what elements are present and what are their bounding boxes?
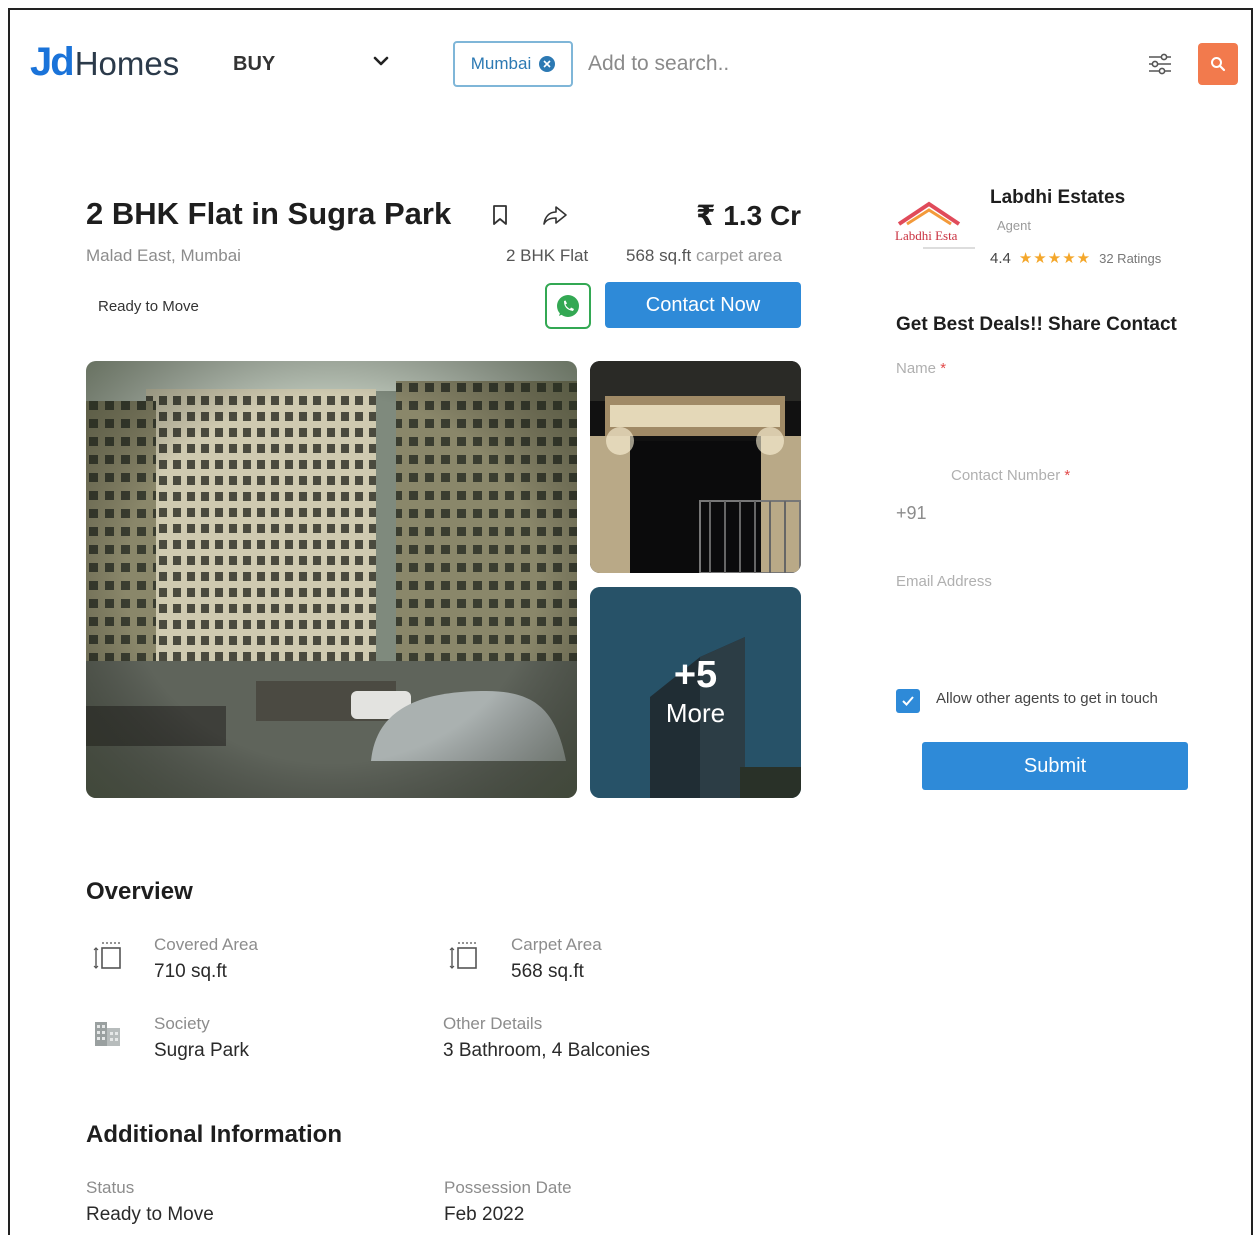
overview-label-other-details: Other Details xyxy=(443,1014,543,1033)
listing-area: 568 sq.ft carpet area xyxy=(626,246,782,266)
bookmark-icon[interactable] xyxy=(490,203,510,227)
filter-icon[interactable] xyxy=(1146,50,1174,78)
listing-title: 2 BHK Flat in Sugra Park xyxy=(86,196,452,231)
additional-value-possession-date: Feb 2022 xyxy=(444,1204,525,1225)
gallery-main-photo[interactable] xyxy=(86,361,577,798)
listing-price: ₹ 1.3 Cr xyxy=(696,200,802,231)
name-label-text: Name xyxy=(896,360,937,377)
overview-label-carpet-area: Carpet Area xyxy=(511,935,602,954)
agent-role: Agent xyxy=(997,218,1031,233)
share-icon[interactable] xyxy=(541,203,569,227)
contact-number-input[interactable] xyxy=(936,500,1186,528)
logo-homes: Homes xyxy=(74,45,180,82)
logo-jd: Jd xyxy=(30,40,75,84)
city-chip-label: Mumbai xyxy=(470,54,532,73)
additional-info-title: Additional Information xyxy=(86,1121,342,1148)
agent-logo-text: Labdhi Esta xyxy=(895,228,958,243)
name-input[interactable] xyxy=(896,384,1186,416)
phone-prefix: +91 xyxy=(896,503,927,523)
overview-title: Overview xyxy=(86,878,193,905)
city-chip[interactable]: Mumbai xyxy=(453,41,573,87)
area-icon xyxy=(449,942,477,969)
overview-value-society: Sugra Park xyxy=(154,1040,250,1061)
contact-field-label: Contact Number * xyxy=(951,467,1070,484)
name-field-label: Name * xyxy=(896,360,946,377)
close-icon[interactable] xyxy=(539,56,556,72)
status-badge: Ready to Move xyxy=(98,298,199,315)
search-button[interactable] xyxy=(1198,43,1238,85)
gallery-photo-entrance[interactable] xyxy=(590,361,801,573)
agent-name[interactable]: Labdhi Estates xyxy=(990,187,1125,209)
area-type: carpet area xyxy=(695,246,782,265)
more-photos-overlay[interactable]: +5 More xyxy=(590,587,801,798)
contact-now-button[interactable]: Contact Now xyxy=(605,282,801,328)
mode-selector-label[interactable]: BUY xyxy=(233,53,275,76)
whatsapp-button[interactable] xyxy=(545,283,591,329)
search-input[interactable] xyxy=(588,46,1108,82)
jdhomes-logo[interactable]: Jd Homes xyxy=(30,40,179,85)
lead-form-title: Get Best Deals!! Share Contact xyxy=(896,314,1177,335)
listing-bhk: 2 BHK Flat xyxy=(506,246,589,265)
overview-label-covered-area: Covered Area xyxy=(154,935,258,954)
search-icon xyxy=(1211,57,1226,72)
required-mark: * xyxy=(1064,467,1071,484)
chevron-down-icon[interactable] xyxy=(370,50,392,72)
additional-label-status: Status xyxy=(86,1178,135,1197)
area-icon xyxy=(93,942,121,969)
check-icon xyxy=(902,696,914,706)
agent-ratings-count: 32 Ratings xyxy=(1099,250,1162,266)
consent-label[interactable]: Allow other agents to get in touch xyxy=(936,690,1158,707)
star-rating-icon: ★★★★★ xyxy=(1018,250,1092,267)
building-icon xyxy=(95,1022,120,1046)
more-photos-count: +5 xyxy=(673,654,718,696)
overview-label-society: Society xyxy=(154,1014,210,1033)
more-photos-label: More xyxy=(665,698,726,728)
overview-value-covered-area: 710 sq.ft xyxy=(154,961,227,982)
submit-button[interactable]: Submit xyxy=(922,742,1188,790)
consent-checkbox[interactable] xyxy=(896,689,920,713)
listing-locality: Malad East, Mumbai xyxy=(86,246,241,265)
additional-value-status: Ready to Move xyxy=(86,1204,214,1225)
contact-label-text: Contact Number xyxy=(951,467,1061,484)
agent-rating-value: 4.4 xyxy=(990,249,1011,267)
agent-rating: 4.4 ★★★★★ 32 Ratings xyxy=(990,249,1162,268)
required-mark: * xyxy=(940,360,947,377)
additional-label-possession-date: Possession Date xyxy=(444,1178,572,1197)
whatsapp-icon xyxy=(557,295,579,317)
overview-value-carpet-area: 568 sq.ft xyxy=(511,961,584,982)
area-value: 568 sq.ft xyxy=(626,246,692,265)
agent-logo: Labdhi Esta xyxy=(895,201,975,249)
email-input[interactable] xyxy=(896,568,1186,594)
overview-value-other-details: 3 Bathroom, 4 Balconies xyxy=(443,1040,651,1061)
gallery-more-photos[interactable]: +5 More xyxy=(590,587,801,798)
